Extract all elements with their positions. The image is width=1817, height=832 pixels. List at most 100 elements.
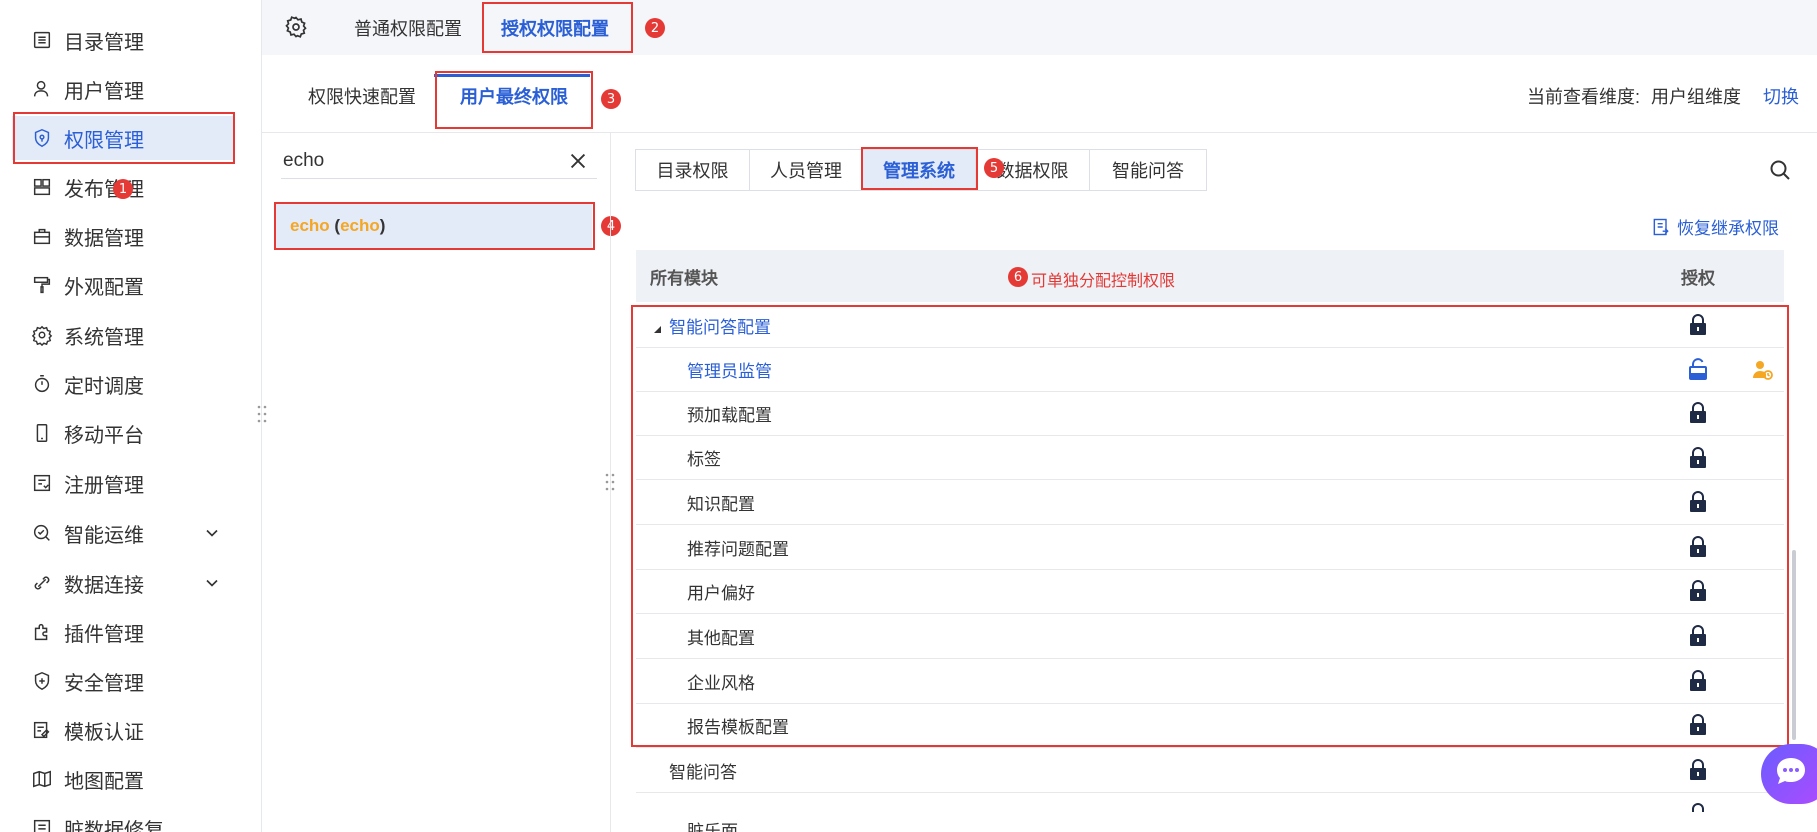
table-row[interactable]: 管理员监管 bbox=[636, 348, 1784, 392]
step-badge-2: 2 bbox=[645, 18, 665, 38]
user-id: echo bbox=[340, 216, 380, 235]
lock-icon[interactable] bbox=[1688, 714, 1708, 736]
table-row[interactable]: 推荐问题配置 bbox=[636, 526, 1784, 570]
register-icon bbox=[30, 471, 54, 495]
scrollbar-thumb[interactable] bbox=[1792, 550, 1796, 740]
tab-user-final-permissions[interactable]: 用户最终权限 bbox=[460, 83, 568, 109]
lock-icon[interactable] bbox=[1688, 491, 1708, 513]
sidebar-item-ops[interactable]: 智能运维 bbox=[12, 511, 234, 555]
tab-normal-permissions[interactable]: 普通权限配置 bbox=[354, 0, 462, 55]
table-row[interactable]: 智能问答 bbox=[636, 749, 1784, 793]
row-label: 推荐问题配置 bbox=[687, 540, 789, 559]
sidebar-item-appearance[interactable]: 外观配置 bbox=[12, 263, 234, 307]
sidebar-item-label: 定时调度 bbox=[64, 375, 144, 398]
user-icon bbox=[30, 77, 54, 101]
row-label: 管理员监管 bbox=[687, 362, 772, 381]
tab-catalog-permissions[interactable]: 目录权限 bbox=[635, 149, 750, 191]
sidebar-item-datalink[interactable]: 数据连接 bbox=[12, 561, 234, 605]
lock-icon[interactable] bbox=[1688, 536, 1708, 558]
repair-icon bbox=[30, 816, 54, 832]
row-label: 用户偏好 bbox=[687, 584, 755, 603]
sidebar-item-label: 目录管理 bbox=[64, 31, 144, 54]
cert-icon bbox=[30, 718, 54, 742]
top-tab-bar: 普通权限配置 授权权限配置 bbox=[262, 0, 1817, 55]
sidebar-item-mobile[interactable]: 移动平台 bbox=[12, 411, 234, 455]
resize-handle-icon[interactable] bbox=[604, 472, 616, 492]
chevron-down-icon[interactable] bbox=[202, 523, 222, 549]
table-row[interactable]: 预加载配置 bbox=[636, 392, 1784, 436]
sidebar-item-catalog[interactable]: 目录管理 bbox=[12, 18, 234, 62]
tab-smart-qa[interactable]: 智能问答 bbox=[1089, 149, 1207, 191]
restore-inheritance-button[interactable]: 恢复继承权限 bbox=[1651, 214, 1779, 239]
sidebar-item-security[interactable]: 安全管理 bbox=[12, 659, 234, 703]
row-label: 标签 bbox=[687, 450, 721, 469]
sidebar: 目录管理 用户管理 权限管理 发布管理 数据管理 外观配置 系统管理 定时调度 bbox=[0, 0, 262, 832]
column-header-auth: 授权 bbox=[1681, 268, 1715, 288]
shield-icon bbox=[30, 126, 54, 150]
sidebar-item-register[interactable]: 注册管理 bbox=[12, 461, 234, 505]
sidebar-item-label: 安全管理 bbox=[64, 672, 144, 695]
unlock-icon[interactable] bbox=[1688, 358, 1708, 380]
lock-icon[interactable] bbox=[1688, 580, 1708, 602]
tab-grant-permissions[interactable]: 授权权限配置 bbox=[501, 0, 609, 55]
sidebar-item-label: 脏数据修复 bbox=[64, 819, 164, 832]
table-row[interactable]: 其他配置 bbox=[636, 615, 1784, 659]
table-header: 所有模块 授权 bbox=[636, 250, 1784, 302]
sidebar-item-map[interactable]: 地图配置 bbox=[12, 757, 234, 801]
restore-label: 恢复继承权限 bbox=[1677, 219, 1779, 238]
lock-icon[interactable] bbox=[1688, 625, 1708, 647]
gear-icon bbox=[30, 323, 54, 347]
row-label: 智能问答配置 bbox=[669, 318, 771, 337]
paint-roller-icon bbox=[30, 273, 54, 297]
sidebar-item-repair[interactable]: 脏数据修复 bbox=[12, 806, 234, 832]
search-input[interactable]: echo bbox=[283, 150, 324, 172]
chat-icon bbox=[1773, 754, 1809, 795]
dimension-label: 当前查看维度: bbox=[1526, 87, 1640, 107]
user-list-item[interactable]: echo ( echo ) bbox=[276, 204, 592, 248]
step-badge-3: 3 bbox=[601, 89, 621, 109]
clear-search-icon[interactable] bbox=[567, 150, 589, 177]
mobile-icon bbox=[30, 421, 54, 445]
table-row-group[interactable]: 智能问答配置 bbox=[636, 304, 1784, 348]
table-row[interactable]: 知识配置 bbox=[636, 481, 1784, 525]
sidebar-item-data[interactable]: 数据管理 bbox=[12, 214, 234, 258]
tab-personnel[interactable]: 人员管理 bbox=[749, 149, 863, 191]
sidebar-item-label: 外观配置 bbox=[64, 276, 144, 299]
sidebar-item-system[interactable]: 系统管理 bbox=[12, 313, 234, 357]
step-badge-5: 5 bbox=[984, 158, 1004, 178]
sidebar-item-permissions[interactable]: 权限管理 bbox=[12, 116, 234, 160]
lock-icon[interactable] bbox=[1688, 402, 1708, 424]
sidebar-item-template-cert[interactable]: 模板认证 bbox=[12, 708, 234, 752]
sidebar-item-plugins[interactable]: 插件管理 bbox=[12, 610, 234, 654]
settings-gear-icon[interactable] bbox=[284, 15, 308, 44]
resize-handle-icon[interactable] bbox=[256, 404, 268, 424]
row-label: 预加载配置 bbox=[687, 406, 772, 425]
lock-icon[interactable] bbox=[1688, 759, 1708, 781]
table-row[interactable]: 企业风格 bbox=[636, 660, 1784, 704]
caret-down-icon[interactable] bbox=[652, 319, 662, 339]
lock-icon[interactable] bbox=[1688, 314, 1708, 336]
chevron-down-icon[interactable] bbox=[202, 573, 222, 599]
tab-quick-config[interactable]: 权限快速配置 bbox=[308, 83, 416, 109]
annotation-note: 可单独分配控制权限 bbox=[1031, 273, 1176, 290]
lock-icon[interactable] bbox=[1688, 803, 1708, 825]
switch-dimension-link[interactable]: 切换 bbox=[1763, 83, 1799, 109]
ops-icon bbox=[30, 521, 54, 545]
table-row[interactable]: 标签 bbox=[636, 436, 1784, 480]
lock-icon[interactable] bbox=[1688, 670, 1708, 692]
restore-icon bbox=[1651, 217, 1671, 237]
sidebar-item-label: 用户管理 bbox=[64, 80, 144, 103]
table-row[interactable]: 用户偏好 bbox=[636, 570, 1784, 614]
sidebar-item-users[interactable]: 用户管理 bbox=[12, 67, 234, 111]
chat-assistant-button[interactable] bbox=[1761, 744, 1817, 804]
sidebar-item-schedule[interactable]: 定时调度 bbox=[12, 362, 234, 406]
search-icon[interactable] bbox=[1768, 158, 1792, 187]
paren-open: ( bbox=[329, 216, 341, 235]
step-badge-6: 6 bbox=[1008, 267, 1028, 287]
tab-admin-system[interactable]: 管理系统 bbox=[862, 149, 976, 191]
list-icon bbox=[30, 28, 54, 52]
lock-icon[interactable] bbox=[1688, 447, 1708, 469]
table-row[interactable]: 报告模板配置 bbox=[636, 704, 1784, 748]
user-reset-icon[interactable] bbox=[1751, 358, 1775, 387]
table-row[interactable]: 脏乐面 bbox=[636, 793, 1784, 832]
